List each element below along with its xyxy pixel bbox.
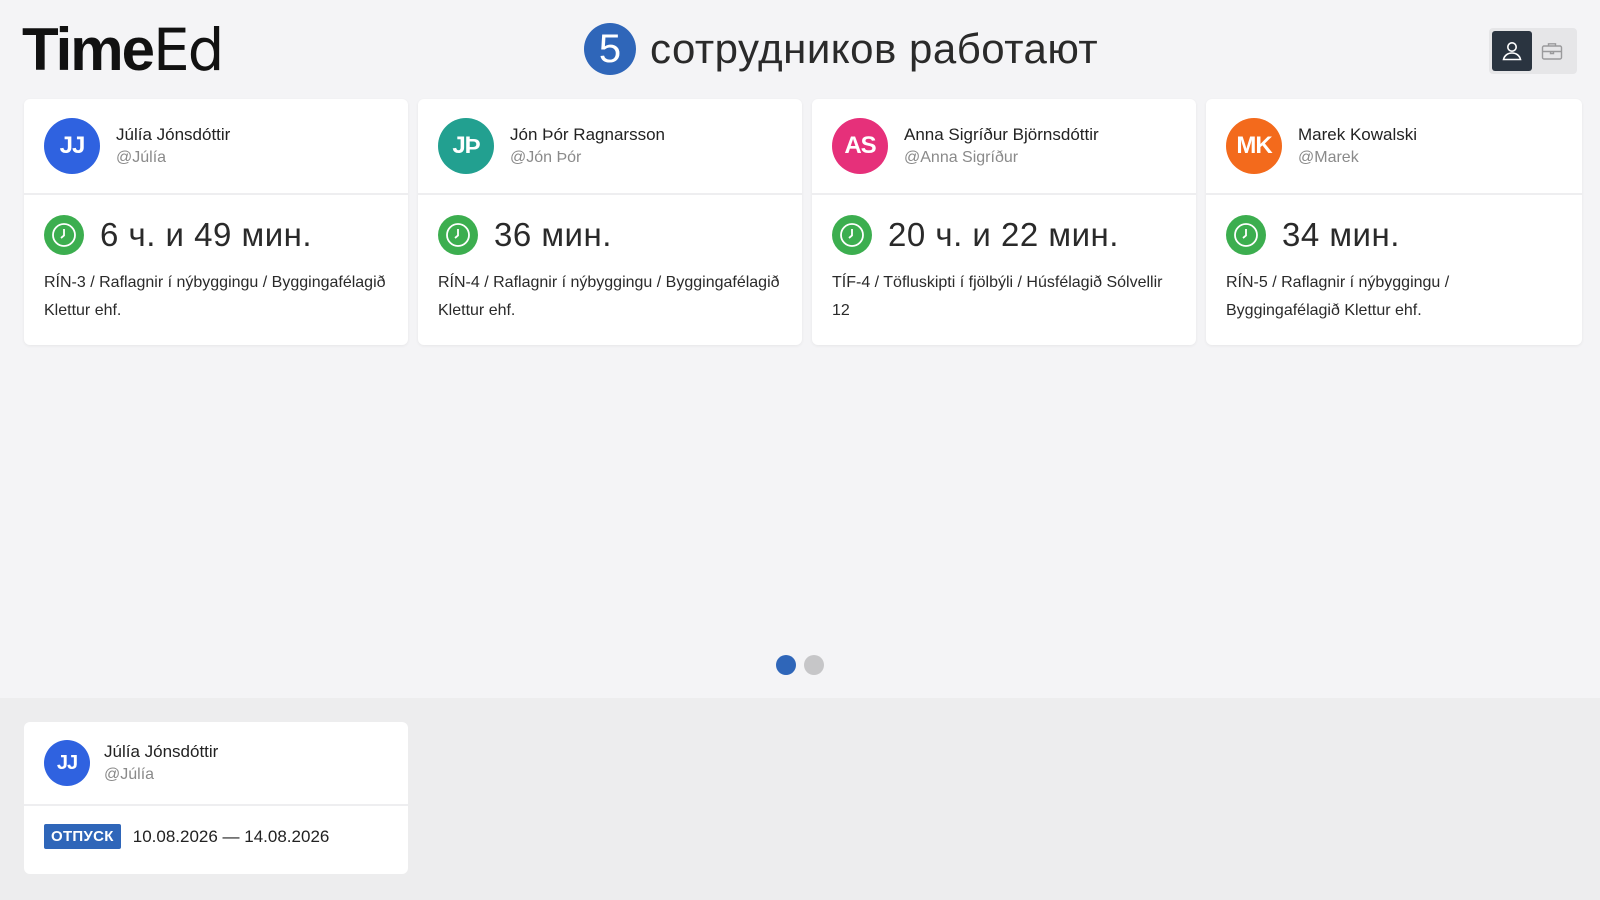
task-description: RÍN-3 / Raflagnir í nýbyggingu / Bygging… [44, 274, 386, 319]
avatar: AS [832, 118, 888, 174]
employee-card-header: JJ Júlía Jónsdóttir @Júlía [24, 99, 408, 195]
leave-card-header: JJ Júlía Jónsdóttir @Júlía [24, 722, 408, 806]
employees-view-button[interactable] [1492, 31, 1532, 71]
employee-name: Jón Þór Ragnarsson [510, 125, 665, 144]
work-duration: 6 ч. и 49 мин. [100, 216, 313, 253]
page-dot-1[interactable] [776, 655, 796, 675]
clock-icon [832, 215, 872, 255]
clock-icon [438, 215, 478, 255]
employee-handle: @Júlía [116, 149, 167, 166]
employee-handle: @Júlía [104, 766, 155, 783]
work-duration: 36 мин. [494, 216, 612, 253]
task-description: RÍN-4 / Raflagnir í nýbyggingu / Bygging… [438, 274, 780, 319]
pagination-dots [776, 655, 824, 675]
employee-card[interactable]: AS Anna Sigríður Björnsdóttir @Anna Sigr… [812, 99, 1196, 345]
page-dot-2[interactable] [804, 655, 824, 675]
task-description: RÍN-5 / Raflagnir í nýbyggingu / Bygging… [1226, 274, 1450, 319]
employee-card[interactable]: MK Marek Kowalski @Marek 34 мин. RÍN-5 /… [1206, 99, 1582, 345]
working-headline: 5 сотрудников работают [584, 22, 1098, 76]
projects-view-button[interactable] [1532, 31, 1572, 71]
employee-card-header: AS Anna Sigríður Björnsdóttir @Anna Sigr… [812, 99, 1196, 195]
view-toggle [1489, 28, 1577, 74]
on-leave-section: JJ Júlía Jónsdóttir @Júlía ОТПУСК 10.08.… [0, 698, 1600, 900]
employee-name: Júlía Jónsdóttir [104, 742, 219, 761]
avatar: JJ [44, 740, 90, 786]
clock-icon [44, 215, 84, 255]
avatar: JJ [44, 118, 100, 174]
employee-name: Marek Kowalski [1298, 125, 1418, 144]
working-employees-list: JJ Júlía Jónsdóttir @Júlía 6 ч. и 49 мин… [24, 99, 1582, 345]
clock-icon [1226, 215, 1266, 255]
employee-name: Júlía Jónsdóttir [116, 125, 231, 144]
employee-card[interactable]: JÞ Jón Þór Ragnarsson @Jón Þór 36 мин. R… [418, 99, 802, 345]
briefcase-icon [1541, 43, 1563, 60]
working-count-badge: 5 [584, 23, 636, 75]
logo-ed: Ed [152, 16, 224, 84]
user-icon [1502, 42, 1522, 61]
employee-name: Anna Sigríður Björnsdóttir [904, 125, 1099, 144]
leave-card[interactable]: JJ Júlía Jónsdóttir @Júlía ОТПУСК 10.08.… [24, 722, 408, 874]
employee-card-header: JÞ Jón Þór Ragnarsson @Jón Þór [418, 99, 802, 195]
employee-handle: @Jón Þór [510, 149, 582, 166]
employee-handle: @Marek [1298, 149, 1359, 166]
headline-text: сотрудников работают [650, 25, 1099, 72]
timeed-logo: TimeEd [22, 16, 224, 84]
leave-dates: 10.08.2026 — 14.08.2026 [132, 826, 330, 846]
employee-handle: @Anna Sigríður [904, 149, 1019, 166]
work-duration: 34 мин. [1282, 216, 1400, 253]
logo-time: Time [22, 16, 155, 83]
leave-type-badge: ОТПУСК [44, 824, 121, 849]
task-description: TÍF-4 / Töfluskipti í fjölbýli / Húsféla… [832, 274, 1163, 319]
employee-card-header: MK Marek Kowalski @Marek [1206, 99, 1582, 195]
avatar: JÞ [438, 118, 494, 174]
avatar: MK [1226, 118, 1282, 174]
employee-card[interactable]: JJ Júlía Jónsdóttir @Júlía 6 ч. и 49 мин… [24, 99, 408, 345]
work-duration: 20 ч. и 22 мин. [888, 216, 1119, 253]
